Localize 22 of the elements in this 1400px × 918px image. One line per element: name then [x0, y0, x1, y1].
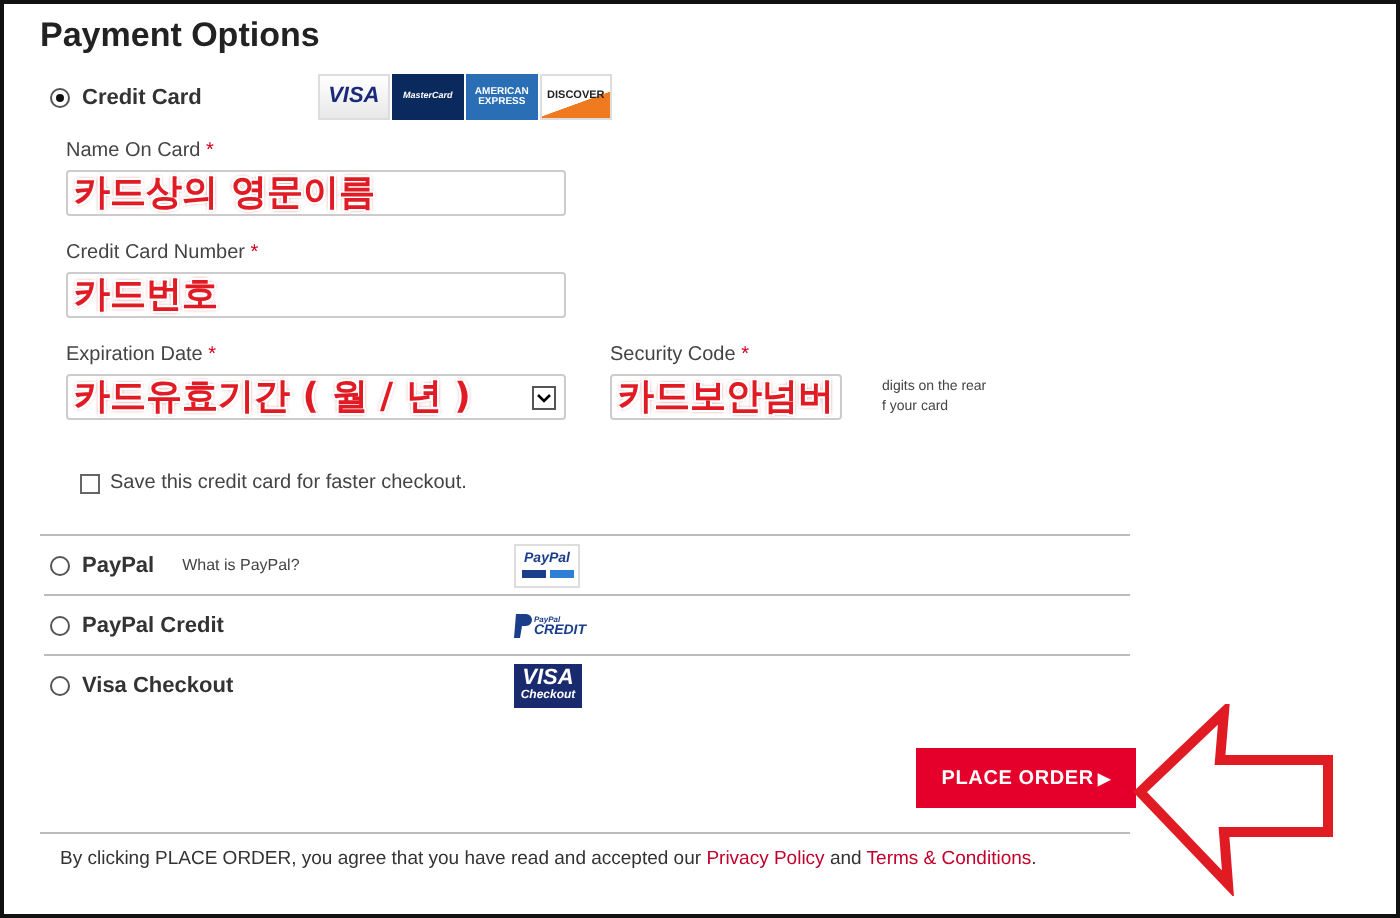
paypal-p-icon — [513, 613, 532, 637]
input-field[interactable]: 카드번호 — [66, 272, 566, 318]
field-label: Credit Card Number * — [66, 240, 261, 266]
input-field[interactable]: 카드상의 영문이름 — [66, 170, 566, 216]
info-link[interactable]: What is PayPal? — [182, 556, 300, 574]
field-label: Name On Card * — [66, 138, 216, 164]
radio-option[interactable]: PayPal Credit — [50, 613, 224, 637]
dropdown-caret-icon[interactable] — [532, 385, 556, 409]
field-label: Expiration Date * — [66, 342, 219, 368]
place-order-button[interactable]: PLACE ORDER ▶ — [916, 748, 1136, 808]
radio-option[interactable]: Credit Card — [50, 85, 202, 109]
card-logo: VISA — [317, 74, 390, 120]
save-checkbox[interactable]: Save this credit card for faster checkout. — [80, 472, 1396, 494]
radio-option[interactable]: Visa Checkout — [50, 673, 234, 697]
agreement-text: By clicking PLACE ORDER, you agree that you have read and accepted our Privacy Policy and Terms & Conditions. — [40, 832, 1130, 874]
terms-link[interactable]: Terms & Conditions — [866, 848, 1032, 870]
section-title: Payment Options — [40, 14, 322, 58]
field-label: Security Code * — [610, 342, 751, 368]
radio-option[interactable]: PayPal — [50, 553, 155, 577]
privacy-policy-link[interactable]: Privacy Policy — [706, 848, 825, 870]
input-field[interactable]: 카드보안넘버 — [610, 374, 842, 420]
date-select[interactable]: 카드유효기간 ( 월 / 년 ) — [66, 374, 566, 420]
